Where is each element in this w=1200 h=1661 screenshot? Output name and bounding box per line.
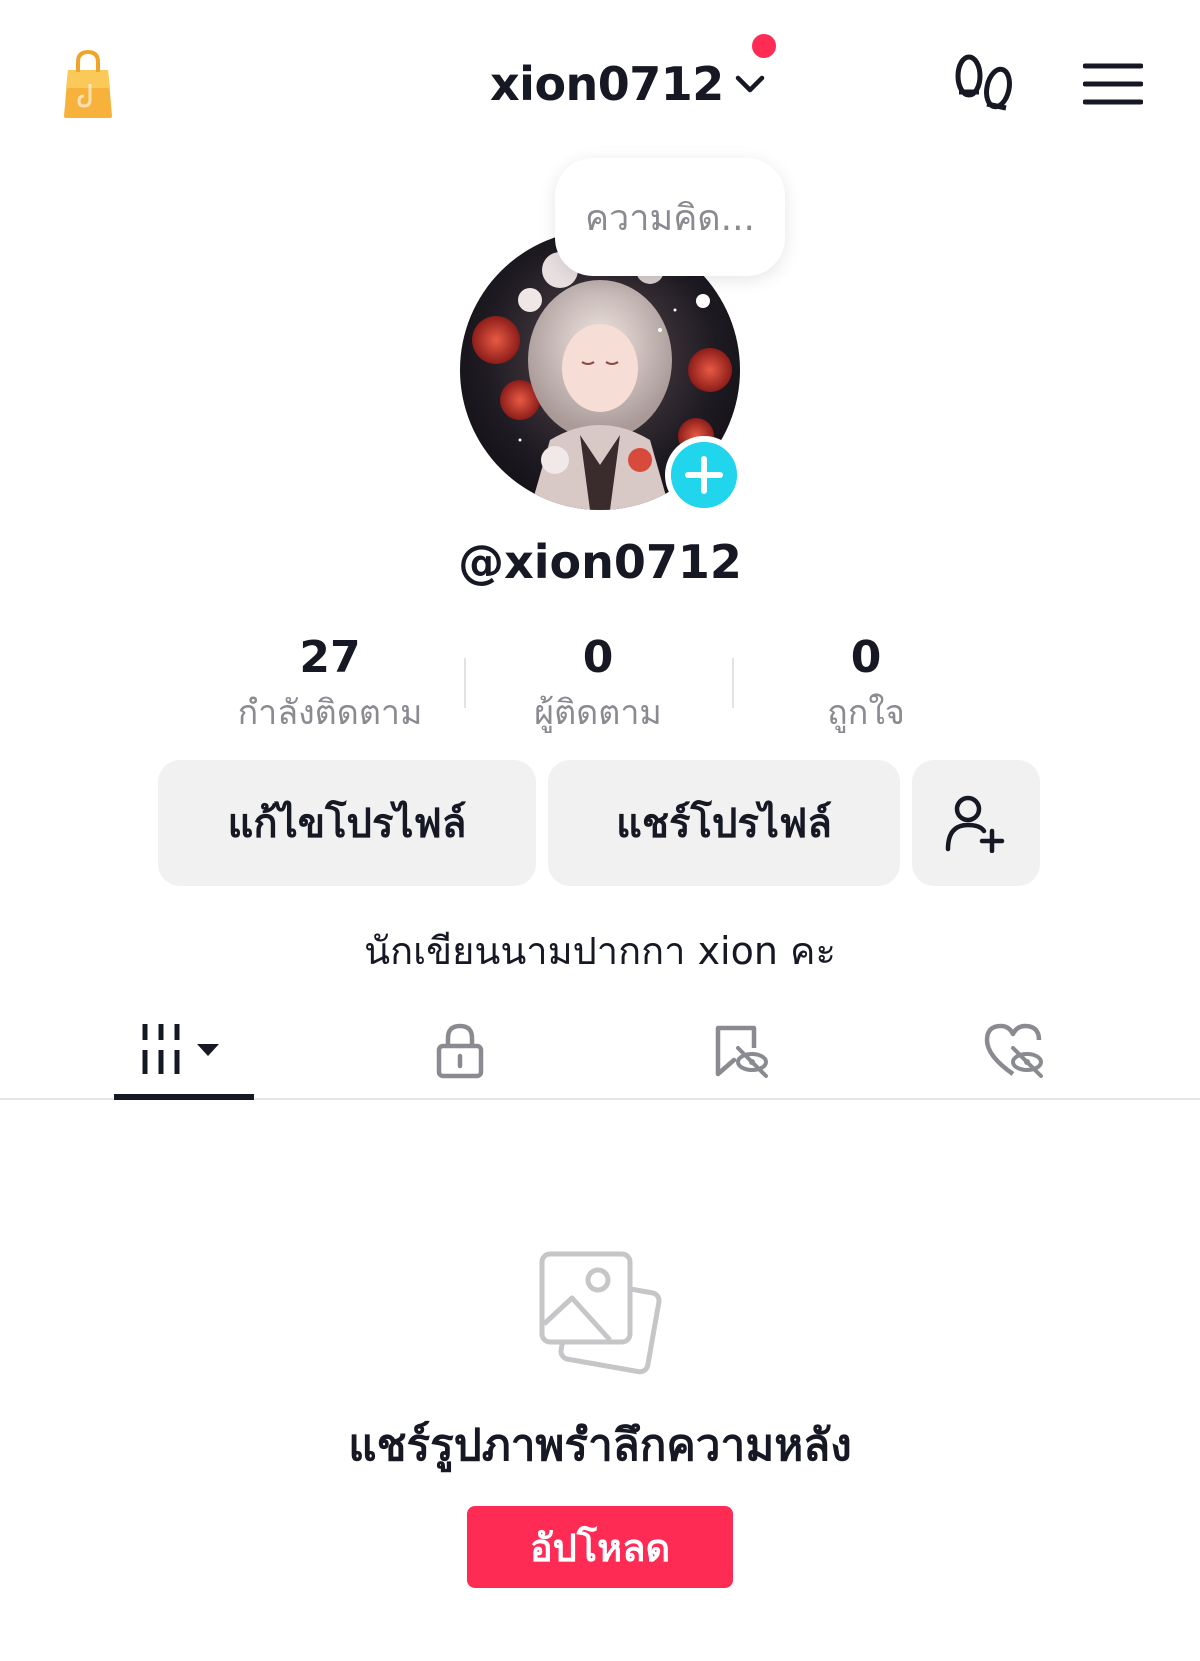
photos-icon — [539, 1251, 662, 1375]
add-friend-button[interactable] — [912, 760, 1040, 886]
hidden-repost-icon — [715, 1025, 768, 1078]
lock-icon — [436, 1023, 484, 1079]
tab-liked[interactable] — [970, 1000, 1060, 1100]
thought-bubble-tail — [696, 294, 710, 308]
add-avatar-button[interactable] — [665, 436, 743, 514]
add-friend-icon — [945, 795, 1005, 853]
top-bar: xion0712 — [0, 0, 1200, 150]
upload-button[interactable]: อัปโหลด — [467, 1506, 733, 1588]
active-tab-indicator — [114, 1094, 254, 1100]
profile-tabs — [0, 1000, 1200, 1100]
share-profile-button[interactable]: แชร์โปรไฟล์ — [548, 760, 900, 886]
header-username: xion0712 — [490, 57, 724, 111]
notification-dot — [752, 34, 776, 58]
tab-private[interactable] — [415, 1000, 505, 1100]
tab-reposts[interactable] — [695, 1000, 785, 1100]
shop-bag-icon[interactable] — [58, 48, 118, 120]
tab-videos[interactable] — [114, 1000, 254, 1100]
profile-bio: นักเขียนนามปากกา xion คะ — [364, 929, 836, 973]
edit-profile-button[interactable]: แก้ไขโปรไฟล์ — [158, 760, 536, 886]
account-switcher[interactable]: xion0712 — [490, 52, 768, 116]
profile-actions: แก้ไขโปรไฟล์ แชร์โปรไฟล์ — [158, 760, 1040, 886]
thought-bubble[interactable]: ความคิด... — [555, 158, 785, 276]
chevron-down-icon — [735, 75, 765, 93]
stat-value: 0 — [850, 632, 882, 683]
footprint-icon[interactable] — [950, 52, 1018, 116]
stat-following[interactable]: 27 กำลังติดตาม — [196, 630, 464, 740]
thought-bubble-text: ความคิด... — [584, 197, 756, 239]
stat-divider — [464, 658, 466, 708]
empty-state-title: แชร์รูปภาพรำลึกความหลัง — [348, 1420, 852, 1471]
stat-likes[interactable]: 0 ถูกใจ — [732, 630, 1000, 740]
stat-label: ผู้ติดตาม — [534, 693, 662, 733]
hidden-liked-icon — [984, 1023, 1043, 1078]
profile-handle: @xion0712 — [458, 535, 742, 589]
menu-icon[interactable] — [1083, 62, 1143, 106]
stat-label: กำลังติดตาม — [237, 693, 423, 733]
stat-label: ถูกใจ — [827, 693, 905, 733]
videos-grid-icon — [142, 1024, 219, 1074]
stat-divider — [732, 658, 734, 708]
stat-value: 27 — [299, 632, 361, 683]
stat-followers[interactable]: 0 ผู้ติดตาม — [464, 630, 732, 740]
stat-value: 0 — [582, 632, 614, 683]
profile-stats: 27 กำลังติดตาม 0 ผู้ติดตาม 0 ถูกใจ — [196, 630, 1004, 740]
